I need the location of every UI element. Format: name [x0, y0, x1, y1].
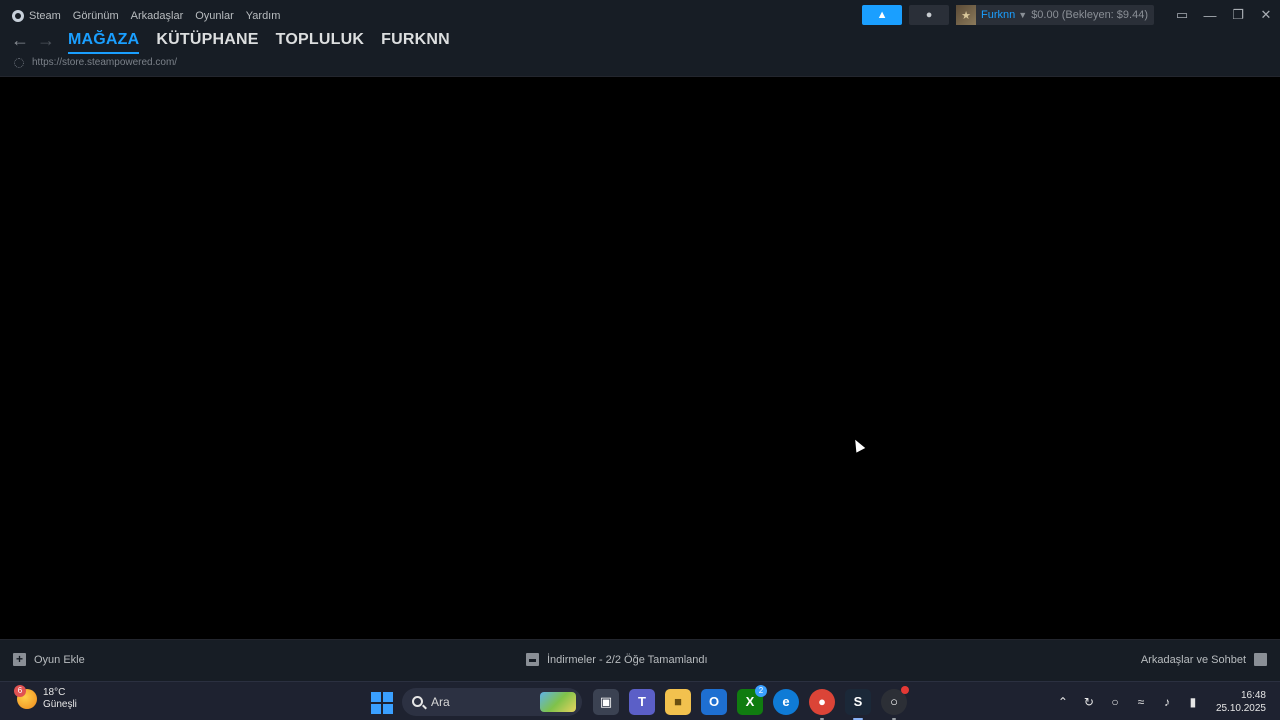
steam-window: Steam Görünüm Arkadaşlar Oyunlar Yardım … [0, 0, 1280, 681]
friends-chat-label: Arkadaşlar ve Sohbet [1140, 653, 1246, 666]
steam-menu[interactable]: Steam [12, 10, 61, 22]
chevron-up-icon[interactable]: ⌃ [1055, 694, 1071, 710]
menu-games[interactable]: Oyunlar [195, 10, 234, 22]
steam-title-bar: Steam Görünüm Arkadaşlar Oyunlar Yardım … [0, 0, 1280, 77]
weather-widget[interactable]: 6 18°C Güneşli [14, 685, 77, 711]
bell-icon: ● [925, 9, 933, 21]
volume-icon[interactable]: ♪ [1159, 694, 1175, 710]
outlook-icon[interactable]: O [701, 688, 727, 715]
clock-time: 16:48 [1240, 689, 1266, 701]
tab-store[interactable]: MAĞAZA [68, 29, 140, 54]
edge-icon[interactable]: e [773, 688, 799, 715]
plus-icon: + [13, 653, 26, 666]
menu-friends[interactable]: Arkadaşlar [131, 10, 184, 22]
downloads-label: İndirmeler - 2/2 Öğe Tamamlandı [547, 653, 708, 666]
big-picture-icon[interactable]: ▭ [1168, 5, 1196, 25]
menu-view[interactable]: Görünüm [73, 10, 119, 22]
steam-footer-bar: + Oyun Ekle İndirmeler - 2/2 Öğe Tamamla… [0, 639, 1280, 681]
search-icon [412, 696, 423, 707]
friends-chat-button[interactable]: Arkadaşlar ve Sohbet [1141, 653, 1267, 666]
account-name: Furknn [981, 9, 1016, 21]
top-right-controls: ▲ ● ★ Furknn ▼ $0.00 (Bekleyen: $9.44) ▭… [862, 4, 1280, 26]
notification-dot [901, 685, 909, 694]
battery-icon[interactable]: ▮ [1185, 694, 1201, 710]
sun-icon: 6 [14, 685, 37, 709]
taskbar-apps: Ara ▣ T ■ O X 2 e ● S ○ [368, 684, 912, 720]
friends-icon [1254, 653, 1267, 666]
tab-library[interactable]: KÜTÜPHANE [156, 29, 258, 51]
system-tray: ⌃ ↻ ○ ≈ ♪ ▮ 16:48 25.10.2025 [1050, 687, 1266, 716]
maximize-button[interactable]: ❐ [1224, 5, 1252, 25]
tab-community[interactable]: TOPLULUK [276, 29, 364, 51]
windows-taskbar: 6 18°C Güneşli Ara ▣ T ■ O X 2 e ● S ○ ⌃… [0, 681, 1280, 720]
app-icon[interactable]: ○ [881, 685, 909, 720]
chevron-down-icon: ▼ [1018, 10, 1028, 20]
loading-spinner-icon [14, 57, 24, 68]
url-text[interactable]: https://store.steampowered.com/ [32, 57, 177, 68]
wallet-balance: $0.00 (Bekleyen: $9.44) [1031, 9, 1148, 21]
tab-profile[interactable]: FURKNN [381, 29, 450, 51]
add-game-button[interactable]: + Oyun Ekle [13, 653, 85, 666]
xbox-icon[interactable]: X 2 [737, 684, 767, 715]
steam-menu-label: Steam [29, 10, 61, 22]
taskbar-search[interactable]: Ara [402, 687, 582, 716]
chrome-icon[interactable]: ● [809, 688, 835, 720]
download-icon [526, 653, 539, 666]
clock[interactable]: 16:48 25.10.2025 [1216, 689, 1266, 715]
mouse-cursor-icon [850, 437, 866, 453]
steam-taskbar-icon[interactable]: S [845, 688, 871, 720]
megaphone-icon: ▲ [876, 9, 888, 21]
downloads-button[interactable]: İndirmeler - 2/2 Öğe Tamamlandı [526, 653, 708, 666]
forward-arrow-icon[interactable]: → [36, 30, 56, 50]
back-arrow-icon[interactable]: ← [10, 30, 30, 50]
weather-text: 18°C Güneşli [43, 687, 77, 711]
url-bar: https://store.steampowered.com/ [14, 57, 177, 68]
minimize-button[interactable]: — [1196, 5, 1224, 25]
sync-icon[interactable]: ↻ [1081, 694, 1097, 710]
weather-badge: 6 [14, 685, 26, 697]
avatar: ★ [956, 5, 977, 25]
weather-desc: Güneşli [43, 699, 77, 710]
teams-icon[interactable]: T [629, 688, 655, 715]
xbox-badge: 2 [755, 684, 767, 697]
notifications-button[interactable]: ● [909, 5, 950, 25]
menu-bar: Steam Görünüm Arkadaşlar Oyunlar Yardım [12, 8, 280, 24]
announcements-button[interactable]: ▲ [862, 5, 903, 25]
close-button[interactable]: ✕ [1252, 5, 1280, 25]
wifi-icon[interactable]: ≈ [1133, 694, 1149, 710]
navigation-row: ← → MAĞAZA KÜTÜPHANE TOPLULUK FURKNN [10, 28, 467, 54]
search-highlight-image [540, 691, 576, 712]
search-placeholder: Ara [431, 694, 450, 709]
steam-logo-icon [12, 10, 24, 22]
file-explorer-icon[interactable]: ■ [665, 688, 691, 715]
menu-help[interactable]: Yardım [246, 10, 281, 22]
microphone-icon[interactable]: ○ [1107, 694, 1123, 710]
clock-date: 25.10.2025 [1215, 702, 1266, 714]
windows-start-icon[interactable] [368, 689, 394, 715]
account-menu[interactable]: ★ Furknn ▼ $0.00 (Bekleyen: $9.44) [956, 5, 1154, 25]
add-game-label: Oyun Ekle [34, 653, 85, 666]
task-view-icon[interactable]: ▣ [593, 688, 619, 715]
weather-temp: 18°C [43, 687, 66, 698]
